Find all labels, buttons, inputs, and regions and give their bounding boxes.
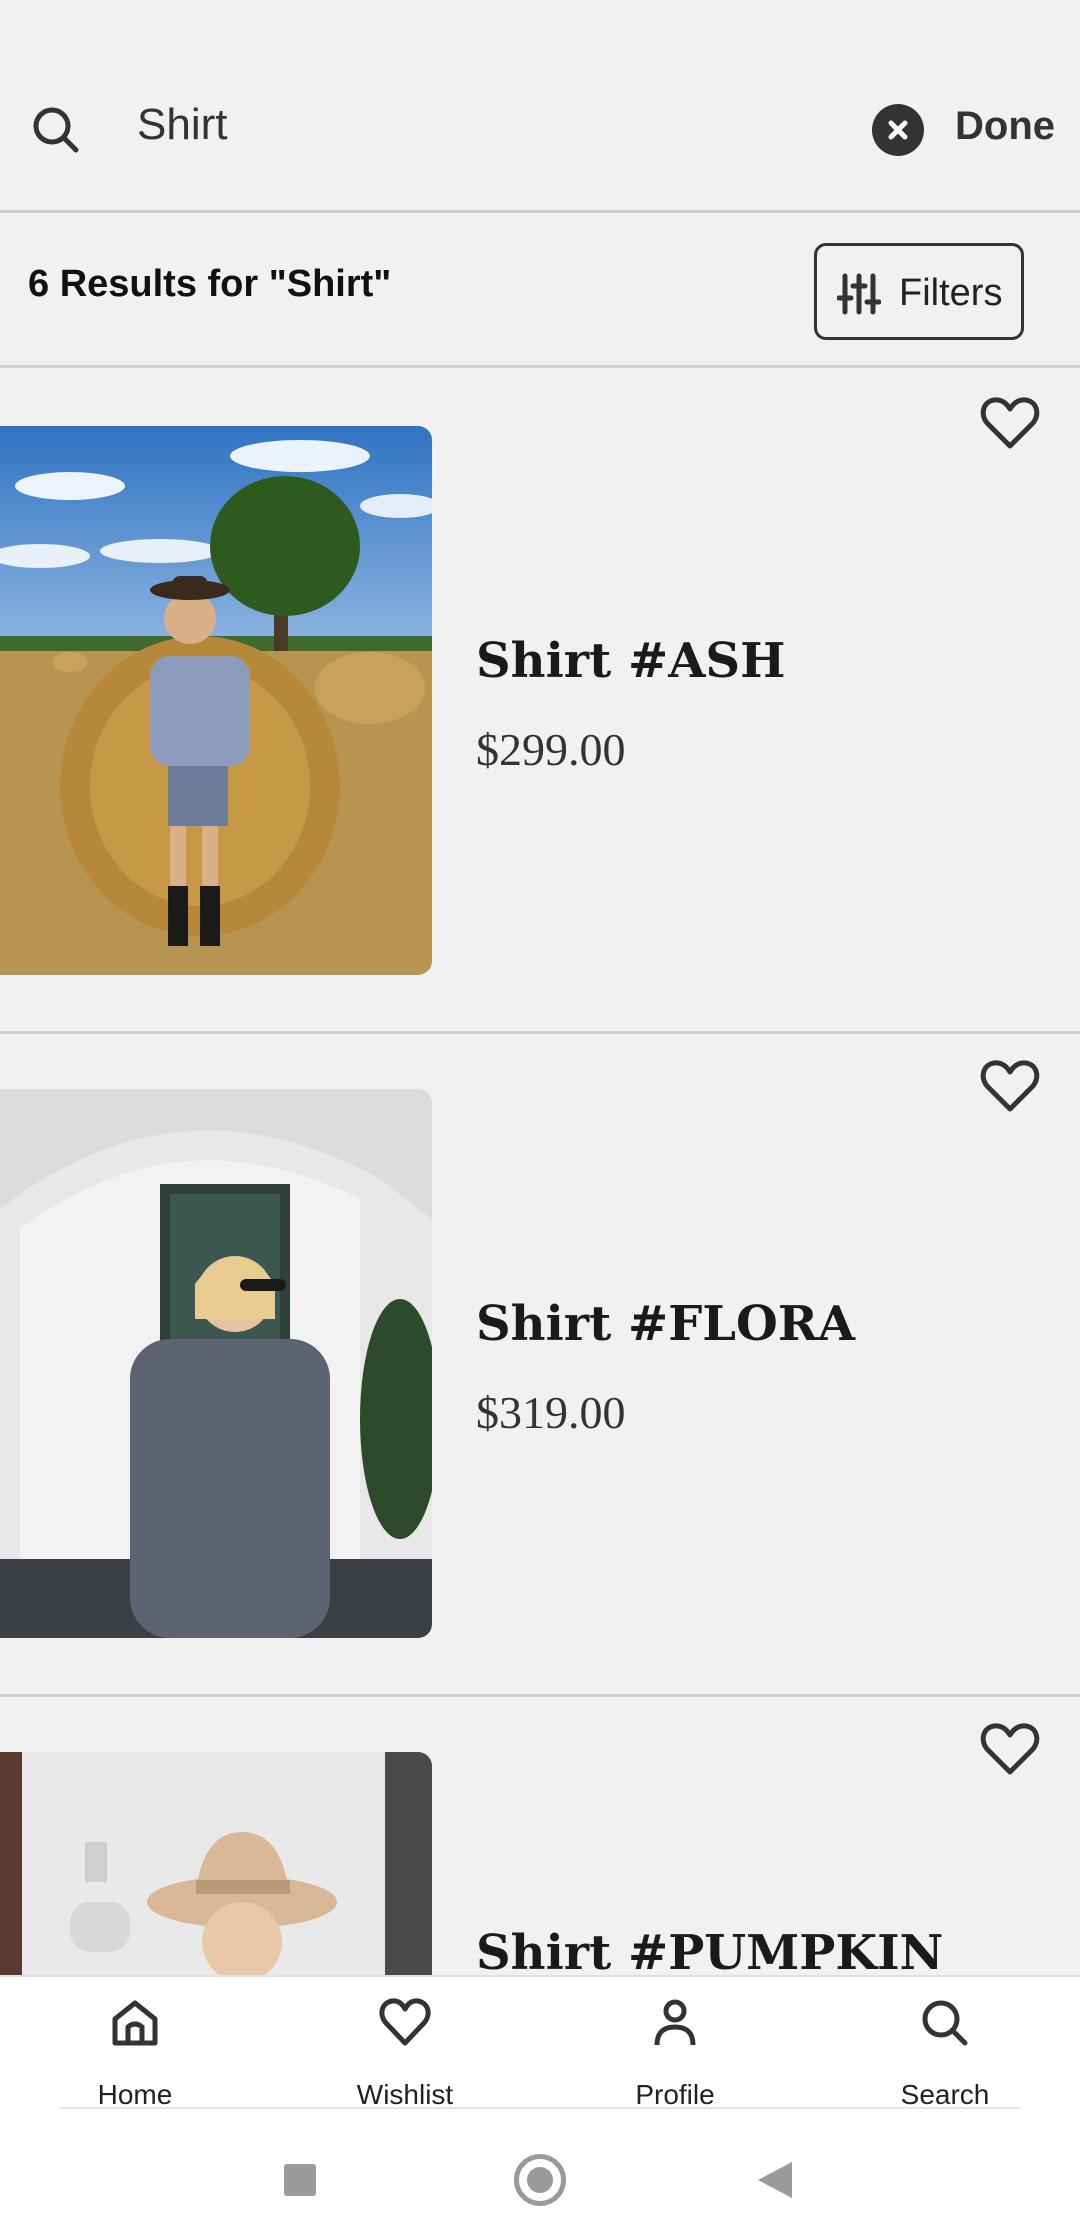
nav-profile[interactable]: Profile [575, 1977, 775, 2112]
product-photo [0, 1752, 432, 1975]
heart-icon [379, 1998, 431, 2046]
product-image[interactable] [0, 426, 432, 975]
clear-search-button[interactable] [872, 104, 924, 156]
heart-icon[interactable] [980, 1722, 1040, 1776]
heart-icon[interactable] [980, 1059, 1040, 1113]
search-icon [922, 2000, 968, 2046]
bottom-nav: Home Wishlist Profile Search [0, 1975, 1080, 2110]
nav-divider [60, 2107, 1020, 2109]
sliders-icon [837, 273, 881, 315]
search-input[interactable]: Shirt [137, 100, 227, 150]
search-icon[interactable] [30, 104, 82, 156]
product-name[interactable]: Shirt #PUMPKIN [476, 1925, 943, 1975]
product-photo [0, 426, 432, 975]
filters-label: Filters [899, 272, 1003, 314]
product-name[interactable]: Shirt #FLORA [476, 1296, 855, 1352]
filters-button[interactable]: Filters [814, 243, 1024, 340]
product-price: $299.00 [476, 724, 626, 775]
product-photo [0, 1089, 432, 1638]
results-count-title: 6 Results for "Shirt" [28, 263, 392, 305]
home-icon [112, 2000, 158, 2046]
done-button[interactable]: Done [955, 104, 1055, 149]
product-card[interactable]: Shirt #ASH $299.00 [0, 371, 1080, 1034]
recent-apps-icon[interactable] [284, 2164, 316, 2196]
back-triangle-icon[interactable] [758, 2162, 792, 2198]
product-image[interactable] [0, 1089, 432, 1638]
home-circle-inner [527, 2167, 553, 2193]
person-icon [654, 1999, 696, 2046]
nav-wishlist[interactable]: Wishlist [305, 1977, 505, 2112]
product-name[interactable]: Shirt #ASH [476, 633, 785, 689]
product-card[interactable]: Shirt #PUMPKIN [0, 1697, 1080, 1975]
results-header: 6 Results for "Shirt" Filters [0, 213, 1080, 368]
home-circle-icon[interactable] [514, 2154, 566, 2206]
system-nav-bar [0, 2110, 1080, 2240]
product-price: $319.00 [476, 1387, 626, 1438]
nav-home[interactable]: Home [35, 1977, 235, 2112]
product-image[interactable] [0, 1752, 432, 1975]
search-bar: Shirt Done [0, 0, 1080, 213]
product-card[interactable]: Shirt #FLORA $319.00 [0, 1034, 1080, 1697]
close-icon [888, 120, 908, 140]
heart-icon[interactable] [980, 396, 1040, 450]
nav-search[interactable]: Search [845, 1977, 1045, 2112]
